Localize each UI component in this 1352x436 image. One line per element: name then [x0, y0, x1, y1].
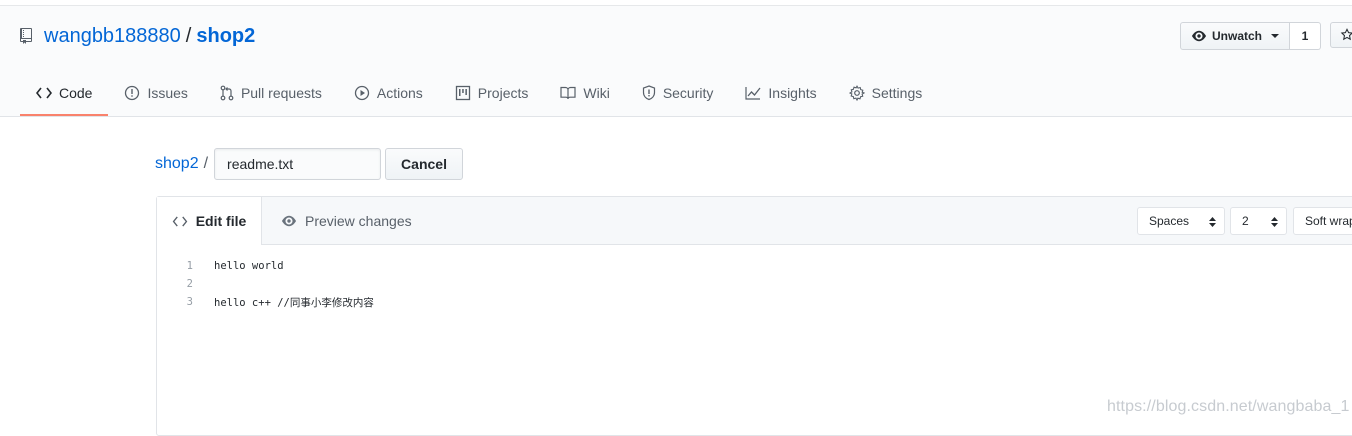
tab-settings[interactable]: Settings: [833, 72, 939, 114]
edit-file-label: Edit file: [195, 213, 247, 229]
tab-label: Insights: [768, 85, 817, 101]
select-arrows-icon: [1209, 217, 1216, 227]
shield-icon: [642, 85, 655, 101]
tab-preview-changes[interactable]: Preview changes: [281, 197, 412, 244]
line-number: 2: [186, 278, 193, 290]
repo-separator: /: [185, 24, 192, 47]
eye-icon: [282, 215, 296, 226]
line-number: 3: [186, 296, 193, 308]
code-line: 2: [157, 275, 374, 293]
tab-code[interactable]: Code: [20, 72, 109, 116]
wrap-mode-select[interactable]: Soft wrap: [1293, 207, 1352, 235]
tab-label: Actions: [376, 85, 423, 101]
code-area[interactable]: 1 hello world 2 3 hello c++ //同事小李修改内容: [157, 257, 374, 311]
caret-down-icon: [1271, 34, 1280, 38]
book-icon: [560, 86, 576, 100]
code-icon: [172, 215, 188, 227]
tab-label: Issues: [147, 85, 188, 101]
tab-security[interactable]: Security: [626, 72, 730, 114]
wrap-mode-value: Soft wrap: [1305, 214, 1352, 228]
tab-projects[interactable]: Projects: [439, 72, 545, 114]
gear-icon: [848, 85, 865, 101]
tab-label: Pull requests: [240, 85, 322, 101]
tab-actions[interactable]: Actions: [338, 72, 439, 114]
code-icon: [36, 87, 52, 99]
tab-label: Security: [662, 85, 714, 101]
tab-label: Settings: [871, 85, 923, 101]
tab-label: Code: [59, 85, 93, 101]
star-icon: [1340, 28, 1352, 41]
cancel-button[interactable]: Cancel: [385, 148, 463, 180]
tab-insights[interactable]: Insights: [729, 72, 832, 114]
indent-size-select[interactable]: 2: [1230, 207, 1287, 235]
tab-label: Projects: [477, 85, 529, 101]
code-line: 3 hello c++ //同事小李修改内容: [157, 293, 374, 311]
unwatch-label: Unwatch: [1212, 29, 1263, 43]
select-arrows-icon: [1271, 217, 1278, 227]
file-path-breadcrumb: shop2 / Cancel: [155, 148, 463, 180]
play-icon: [354, 85, 370, 101]
line-content[interactable]: hello world: [214, 260, 284, 272]
project-icon: [455, 85, 470, 101]
preview-changes-label: Preview changes: [305, 212, 412, 229]
line-content[interactable]: hello c++ //同事小李修改内容: [214, 295, 374, 310]
star-button[interactable]: [1330, 22, 1352, 48]
code-line: 1 hello world: [157, 257, 374, 275]
pull-request-icon: [220, 85, 234, 101]
eye-icon: [1192, 30, 1206, 42]
issue-icon: [125, 85, 140, 101]
indent-size-value: 2: [1242, 214, 1249, 228]
unwatch-button[interactable]: Unwatch: [1180, 22, 1291, 50]
repo-name-link[interactable]: shop2: [196, 25, 255, 48]
editor-header: Edit file Preview changes Spaces 2 Soft …: [157, 197, 1352, 245]
repo-tabs: Code Issues Pull requests Actions Projec…: [20, 72, 938, 116]
filename-input[interactable]: [214, 148, 382, 180]
indent-mode-value: Spaces: [1149, 214, 1190, 228]
watch-button-group: Unwatch 1: [1180, 22, 1322, 50]
tab-pull-requests[interactable]: Pull requests: [204, 72, 338, 114]
indent-mode-select[interactable]: Spaces: [1137, 207, 1225, 235]
breadcrumb-separator: /: [203, 155, 209, 172]
tab-edit-file[interactable]: Edit file: [157, 197, 262, 245]
tab-label: Wiki: [583, 85, 610, 101]
repo-title: wangbb188880 / shop2: [20, 22, 255, 50]
tab-issues[interactable]: Issues: [108, 72, 203, 114]
breadcrumb-repo-link[interactable]: shop2: [155, 155, 199, 173]
watermark: https://blog.csdn.net/wangbaba_1: [1107, 398, 1350, 415]
line-number: 1: [186, 260, 193, 272]
tab-wiki[interactable]: Wiki: [544, 72, 625, 114]
graph-icon: [745, 87, 761, 100]
repo-icon: [20, 27, 34, 45]
watchers-count[interactable]: 1: [1290, 22, 1322, 50]
repo-owner-link[interactable]: wangbb188880: [44, 25, 181, 48]
